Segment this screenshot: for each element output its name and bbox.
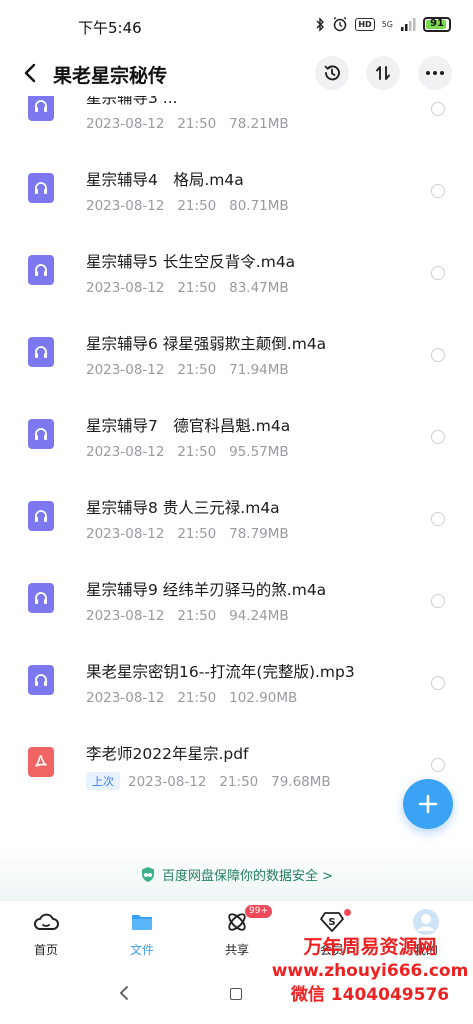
battery-level: 91 — [430, 17, 444, 29]
file-name: 李老师2022年星宗.pdf — [86, 745, 249, 763]
file-name: 星宗辅导3 ... — [86, 96, 178, 107]
file-meta: 上次 2023-08-12 21:50 79.68MB — [86, 772, 331, 790]
select-checkbox[interactable] — [431, 512, 445, 526]
vip-icon: S — [320, 912, 344, 932]
file-row[interactable]: 星宗辅导5 长生空反背令.m4a 2023-08-12 21:50 83.47M… — [0, 242, 473, 324]
select-checkbox[interactable] — [431, 676, 445, 690]
audio-file-icon — [28, 583, 54, 613]
file-name: 星宗辅导7 德官科昌魁.m4a — [86, 417, 291, 435]
audio-file-icon — [28, 255, 54, 285]
file-meta: 2023-08-12 21:50 83.47MB — [86, 280, 289, 296]
nav-share[interactable]: 99+ 共享 — [207, 905, 272, 961]
history-icon — [324, 65, 340, 81]
select-checkbox[interactable] — [431, 266, 445, 280]
file-meta: 2023-08-12 21:50 94.24MB — [86, 608, 289, 624]
file-row[interactable]: 果老星宗密钥16--打流年(完整版).mp3 2023-08-12 21:50 … — [0, 652, 473, 734]
watermark-line: 万年周易资源网 — [303, 936, 437, 958]
add-button[interactable] — [403, 779, 453, 829]
file-row[interactable]: 星宗辅导7 德官科昌魁.m4a 2023-08-12 21:50 95.57MB — [0, 406, 473, 488]
file-row[interactable]: 星宗辅导6 禄星强弱欺主颠倒.m4a 2023-08-12 21:50 71.9… — [0, 324, 473, 406]
audio-file-icon — [28, 419, 54, 449]
home-cloud-icon — [34, 913, 59, 930]
headphones-icon — [35, 592, 47, 604]
battery-icon: 91 — [423, 16, 451, 32]
history-button[interactable] — [315, 56, 349, 90]
alarm-icon — [333, 16, 347, 32]
security-banner[interactable]: 百度网盘保障你的数据安全 > — [0, 848, 473, 900]
headphones-icon — [35, 674, 47, 686]
more-icon — [426, 71, 444, 75]
file-row[interactable]: 星宗辅导8 贵人三元禄.m4a 2023-08-12 21:50 78.79MB — [0, 488, 473, 570]
file-meta: 2023-08-12 21:50 71.94MB — [86, 362, 289, 378]
file-meta: 2023-08-12 21:50 78.79MB — [86, 526, 289, 542]
file-row[interactable]: 星宗辅导9 经纬羊刃驿马的煞.m4a 2023-08-12 21:50 94.2… — [0, 570, 473, 652]
hd-indicator: HD — [355, 17, 375, 31]
pdf-file-icon — [28, 747, 54, 777]
file-name: 星宗辅导4 格局.m4a — [86, 171, 244, 189]
header: 果老星宗秘传 — [0, 50, 473, 96]
nav-files[interactable]: 文件 — [112, 909, 172, 961]
audio-file-icon — [28, 173, 54, 203]
audio-file-icon — [28, 337, 54, 367]
sort-icon — [376, 66, 390, 80]
more-button[interactable] — [418, 56, 452, 90]
select-checkbox[interactable] — [431, 102, 445, 116]
chevron-left-icon — [24, 63, 36, 83]
bluetooth-icon — [316, 16, 325, 32]
back-button[interactable] — [16, 58, 44, 88]
select-checkbox[interactable] — [431, 594, 445, 608]
nav-label: 首页 — [33, 943, 58, 957]
system-home-button[interactable] — [230, 988, 242, 1000]
file-row[interactable]: 星宗辅导3 ... 2023-08-12 21:50 78.21MB — [0, 96, 473, 160]
nav-label: 文件 — [129, 943, 154, 957]
audio-file-icon — [28, 96, 54, 121]
acrobat-icon — [35, 755, 47, 767]
audio-file-icon — [28, 665, 54, 695]
shield-icon — [141, 866, 154, 882]
file-name: 果老星宗密钥16--打流年(完整版).mp3 — [86, 663, 355, 681]
system-nav — [0, 968, 473, 1024]
select-checkbox[interactable] — [431, 348, 445, 362]
security-text: 百度网盘保障你的数据安全 > — [161, 868, 334, 884]
share-count-badge: 99+ — [245, 905, 272, 918]
last-opened-badge: 上次 — [86, 772, 120, 790]
avatar-icon — [413, 909, 439, 935]
sort-button[interactable] — [366, 56, 400, 90]
file-meta: 2023-08-12 21:50 102.90MB — [86, 690, 298, 706]
status-time: 下午5:46 — [78, 19, 142, 37]
headphones-icon — [35, 510, 47, 522]
headphones-icon — [35, 100, 47, 112]
select-checkbox[interactable] — [431, 184, 445, 198]
select-checkbox[interactable] — [431, 758, 445, 772]
system-back-icon[interactable] — [118, 984, 130, 1002]
notification-dot — [344, 909, 351, 916]
file-row[interactable]: 星宗辅导4 格局.m4a 2023-08-12 21:50 80.71MB — [0, 160, 473, 242]
headphones-icon — [35, 182, 47, 194]
file-meta: 2023-08-12 21:50 80.71MB — [86, 198, 289, 214]
file-name: 星宗辅导5 长生空反背令.m4a — [86, 253, 296, 271]
svg-text:S: S — [328, 917, 335, 928]
status-icons: HD 5G 91 — [315, 16, 451, 32]
select-checkbox[interactable] — [431, 430, 445, 444]
network-indicator: 5G — [381, 19, 393, 29]
headphones-icon — [35, 346, 47, 358]
file-name: 星宗辅导6 禄星强弱欺主颠倒.m4a — [86, 335, 327, 353]
status-bar: 下午5:46 HD 5G 91 — [0, 0, 473, 50]
file-meta: 2023-08-12 21:50 95.57MB — [86, 444, 289, 460]
page-title: 果老星宗秘传 — [53, 65, 168, 87]
headphones-icon — [35, 264, 47, 276]
file-list[interactable]: 星宗辅导3 ... 2023-08-12 21:50 78.21MB 星宗辅导4… — [0, 96, 473, 836]
folder-icon — [132, 915, 152, 930]
plus-icon — [418, 794, 438, 814]
file-meta: 2023-08-12 21:50 78.21MB — [86, 116, 289, 132]
signal-icon — [401, 18, 416, 31]
audio-file-icon — [28, 501, 54, 531]
file-name: 星宗辅导8 贵人三元禄.m4a — [86, 499, 280, 517]
file-name: 星宗辅导9 经纬羊刃驿马的煞.m4a — [86, 581, 327, 599]
headphones-icon — [35, 428, 47, 440]
nav-label: 共享 — [224, 943, 249, 957]
nav-home[interactable]: 首页 — [16, 909, 76, 961]
